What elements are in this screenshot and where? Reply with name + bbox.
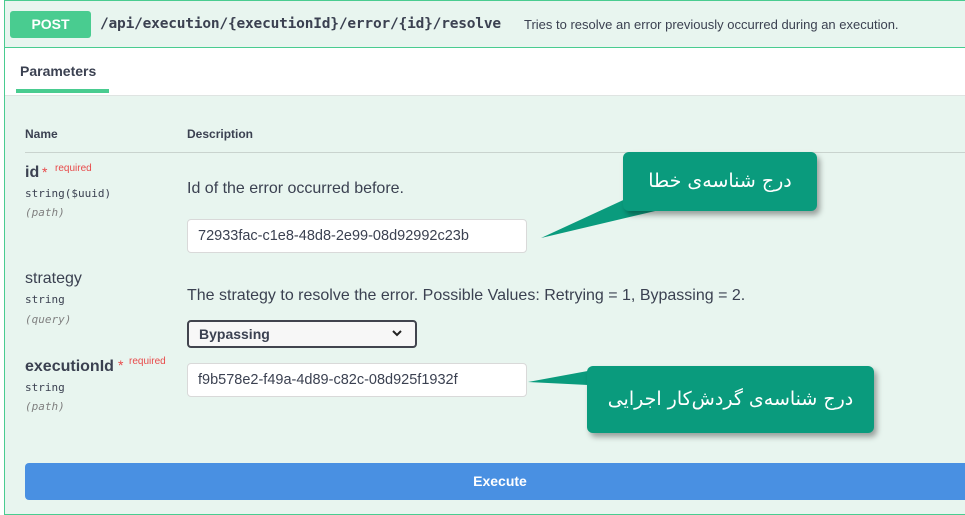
required-star: * — [118, 357, 124, 373]
chevron-down-icon — [392, 330, 402, 337]
executionid-input[interactable]: f9b578e2-f49a-4d89-c82c-08d925f1932f — [187, 363, 527, 397]
param-type-executionid: string — [25, 381, 65, 394]
param-in-strategy: (query) — [25, 313, 72, 326]
callout-execution-id: درج شناسه‌ی گردش‌کار اجرایی — [587, 366, 874, 433]
required-label: required — [55, 163, 92, 174]
required-star: * — [42, 164, 48, 180]
header-divider — [25, 152, 965, 153]
method-badge: POST — [10, 11, 91, 38]
execute-button[interactable]: Execute — [25, 463, 965, 500]
endpoint-summary: Tries to resolve an error previously occ… — [524, 17, 899, 32]
param-type-id: string($uuid) — [25, 187, 112, 200]
strategy-select[interactable]: Bypassing — [187, 320, 417, 348]
name-column-header: Name — [25, 127, 58, 141]
param-name-strategy: strategy — [25, 270, 82, 287]
endpoint-path: /api/execution/{executionId}/error/{id}/… — [100, 16, 501, 32]
description-column-header: Description — [187, 127, 254, 141]
tab-parameters[interactable]: Parameters — [20, 63, 96, 79]
param-in-id: (path) — [25, 206, 65, 219]
required-label: required — [129, 356, 166, 367]
param-description-id: Id of the error occurred before. — [187, 180, 404, 197]
param-type-strategy: string — [25, 293, 65, 306]
operation-summary[interactable]: POST /api/execution/{executionId}/error/… — [5, 1, 965, 48]
id-input[interactable]: 72933fac-c1e8-48d8-2e99-08d92992c23b — [187, 219, 527, 253]
param-name-executionid: executionId — [25, 358, 114, 375]
param-in-executionid: (path) — [25, 400, 65, 413]
param-name-id: id — [25, 164, 40, 181]
strategy-selected-value: Bypassing — [199, 326, 270, 342]
tab-active-indicator — [16, 89, 109, 93]
param-description-strategy: The strategy to resolve the error. Possi… — [187, 287, 746, 304]
callout-error-id: درج شناسه‌ی خطا — [623, 152, 817, 211]
tabs-bar: Parameters — [5, 48, 965, 96]
operation-block: POST /api/execution/{executionId}/error/… — [4, 0, 965, 515]
